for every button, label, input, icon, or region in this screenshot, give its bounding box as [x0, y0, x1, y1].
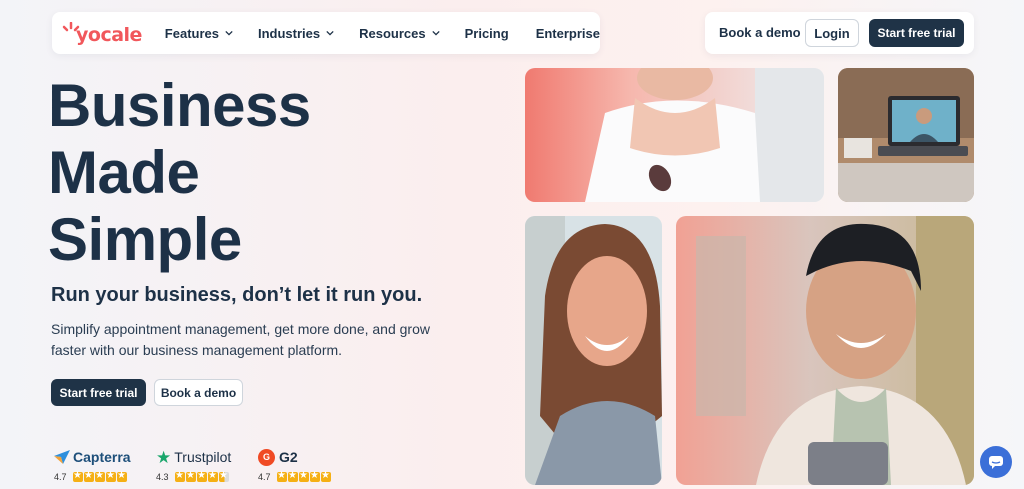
photo-video-call-laptop — [838, 68, 974, 202]
nav-resources[interactable]: Resources — [359, 25, 440, 41]
nav-industries[interactable]: Industries — [258, 26, 334, 41]
photo-woman-microphone — [525, 68, 824, 202]
main-nav: yocale Features Industries Resources Pri… — [52, 12, 600, 54]
book-demo-hero-label: Book a demo — [160, 385, 237, 400]
book-demo-link[interactable]: Book a demo — [719, 25, 801, 40]
login-label: Login — [814, 25, 850, 41]
rating-capterra[interactable]: Capterra 4.7 — [54, 446, 131, 482]
nav-resources-label: Resources — [359, 25, 426, 41]
chevron-down-icon — [225, 30, 233, 36]
photo-woman-microphone-art — [525, 68, 824, 202]
star-icon — [309, 470, 320, 482]
chevron-down-icon — [431, 30, 440, 36]
brand-name: yocale — [76, 24, 142, 46]
star-rating — [276, 470, 332, 482]
capterra-label: Capterra — [73, 449, 131, 465]
nav-industries-label: Industries — [258, 25, 321, 41]
start-trial-hero-button[interactable]: Start free trial — [51, 379, 146, 406]
star-icon — [207, 470, 218, 482]
capterra-score: 4.7 — [54, 472, 67, 482]
star-icon — [185, 470, 196, 482]
start-trial-nav-button[interactable]: Start free trial — [869, 19, 964, 47]
book-demo-hero-button[interactable]: Book a demo — [154, 379, 243, 406]
star-icon — [320, 470, 331, 482]
capterra-icon — [54, 450, 70, 464]
star-icon — [72, 470, 83, 482]
trustpilot-label: Trustpilot — [174, 449, 232, 465]
hero-title-line: Simple — [48, 206, 242, 273]
brand-logo[interactable]: yocale — [62, 20, 148, 46]
chat-icon — [989, 456, 1003, 469]
trustpilot-star-icon: ★ — [156, 447, 172, 467]
hero-subtitle: Run your business, don’t let it run you. — [51, 284, 423, 306]
rating-g2[interactable]: G G2 4.7 — [258, 446, 332, 482]
star-icon — [276, 470, 287, 482]
nav-actions: Book a demo Login Start free trial — [705, 12, 974, 54]
nav-features-label: Features — [164, 25, 219, 41]
start-trial-nav-label: Start free trial — [877, 26, 956, 40]
star-icon — [83, 470, 94, 482]
hero-description: Simplify appointment management, get mor… — [51, 321, 430, 358]
star-icon — [287, 470, 298, 482]
nav-pricing[interactable]: Pricing — [465, 26, 509, 41]
g2-label: G2 — [279, 449, 298, 465]
rating-trustpilot[interactable]: ★ Trustpilot 4.3 — [156, 446, 231, 482]
login-button[interactable]: Login — [805, 19, 859, 47]
chat-widget-button[interactable] — [980, 446, 1012, 478]
g2-icon: G — [258, 448, 275, 466]
photo-smiling-man-phone — [676, 216, 974, 485]
photo-video-call-laptop-art — [838, 68, 974, 202]
chevron-down-icon — [326, 30, 334, 36]
star-rating — [174, 470, 230, 482]
hero-title-line: Business — [48, 72, 311, 139]
nav-enterprise[interactable]: Enterprise — [536, 26, 600, 41]
hero-title: Business Made Simple — [48, 72, 468, 273]
nav-pricing-label: Pricing — [464, 25, 509, 41]
trustpilot-score: 4.3 — [156, 472, 169, 482]
star-icon — [298, 470, 309, 482]
nav-enterprise-label: Enterprise — [535, 25, 600, 41]
star-rating — [72, 470, 128, 482]
photo-smiling-man-phone-art — [676, 216, 974, 485]
g2-score: 4.7 — [258, 472, 271, 482]
star-icon — [174, 470, 185, 482]
nav-features[interactable]: Features — [165, 26, 233, 41]
photo-smiling-woman-art — [525, 216, 662, 485]
star-icon — [116, 470, 127, 482]
hero-title-line: Made — [48, 139, 200, 206]
star-half-icon — [218, 470, 229, 482]
star-icon — [105, 470, 116, 482]
photo-smiling-woman — [525, 216, 662, 485]
start-trial-hero-label: Start free trial — [59, 385, 138, 400]
star-icon — [94, 470, 105, 482]
star-icon — [196, 470, 207, 482]
